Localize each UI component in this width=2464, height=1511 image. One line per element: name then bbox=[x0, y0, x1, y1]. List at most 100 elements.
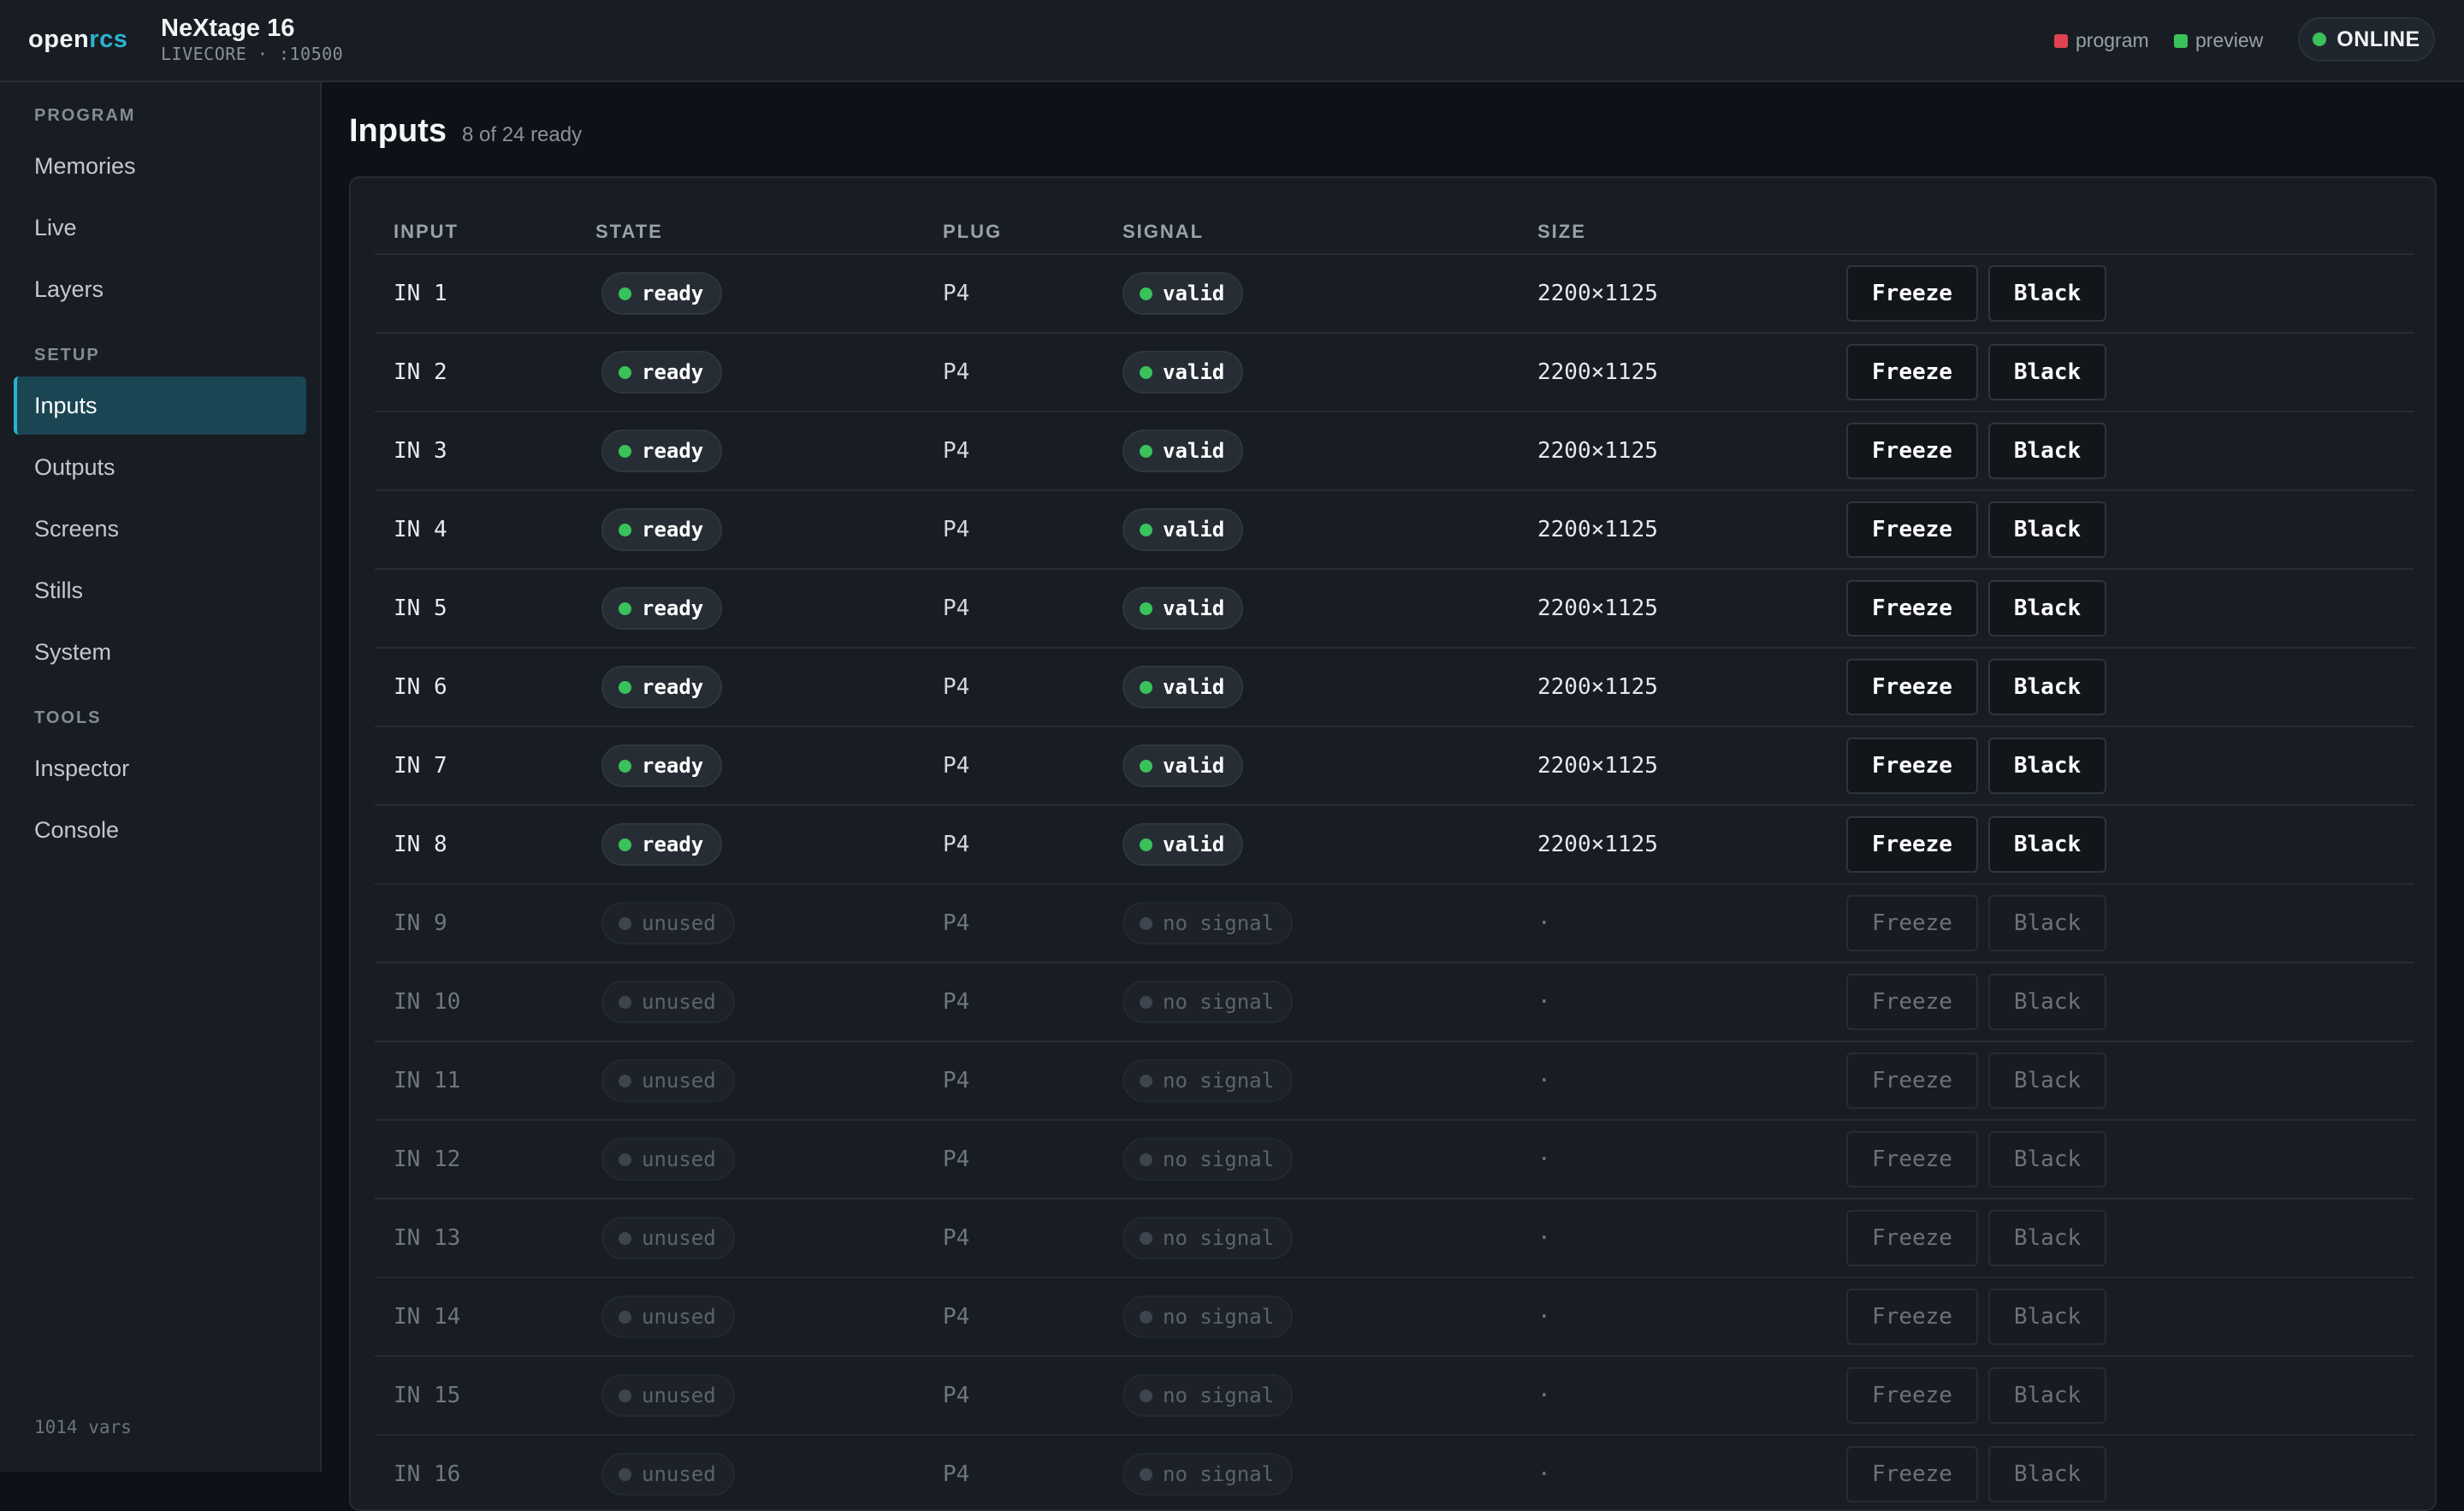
state-label: ready bbox=[642, 833, 704, 856]
state-badge: unused bbox=[601, 1453, 735, 1496]
black-button[interactable]: Black bbox=[1988, 895, 2106, 951]
black-button[interactable]: Black bbox=[1988, 1131, 2106, 1188]
signal-cell: no signal bbox=[1122, 1200, 1294, 1277]
state-cell: unused bbox=[601, 1278, 735, 1355]
black-button[interactable]: Black bbox=[1988, 423, 2106, 479]
freeze-button[interactable]: Freeze bbox=[1846, 1367, 1978, 1424]
sidebar-item-memories[interactable]: Memories bbox=[14, 137, 306, 195]
sidebar-item-console[interactable]: Console bbox=[14, 801, 306, 859]
row-actions: Freeze Black bbox=[1846, 1121, 2117, 1198]
sidebar-item-inspector[interactable]: Inspector bbox=[14, 739, 306, 797]
signal-cell: valid bbox=[1122, 491, 1244, 568]
signal-badge: no signal bbox=[1122, 1138, 1294, 1181]
black-button[interactable]: Black bbox=[1988, 1210, 2106, 1266]
table-row-6: IN 6 ready P4 valid 2200×1125 Freeze Bla… bbox=[375, 649, 2414, 727]
sidebar-item-inputs[interactable]: Inputs bbox=[14, 376, 306, 435]
top-bar: openrcs NeXtage 16 LIVECORE · :10500 pro… bbox=[0, 0, 2464, 82]
freeze-button[interactable]: Freeze bbox=[1846, 265, 1978, 322]
plug-value: P4 bbox=[943, 596, 970, 621]
row-actions: Freeze Black bbox=[1846, 412, 2117, 489]
input-name: IN 16 bbox=[394, 1461, 461, 1487]
size-value: 2200×1125 bbox=[1537, 359, 1658, 385]
freeze-button[interactable]: Freeze bbox=[1846, 501, 1978, 558]
state-label: ready bbox=[642, 596, 704, 620]
state-badge: unused bbox=[601, 902, 735, 945]
black-button[interactable]: Black bbox=[1988, 816, 2106, 873]
sidebar-item-stills[interactable]: Stills bbox=[14, 561, 306, 619]
black-button[interactable]: Black bbox=[1988, 738, 2106, 794]
plug-value: P4 bbox=[943, 1383, 970, 1408]
input-name: IN 15 bbox=[394, 1383, 461, 1408]
freeze-button[interactable]: Freeze bbox=[1846, 1131, 1978, 1188]
signal-badge: valid bbox=[1122, 587, 1244, 630]
black-button[interactable]: Black bbox=[1988, 501, 2106, 558]
sidebar-item-system[interactable]: System bbox=[14, 623, 306, 681]
signal-badge: valid bbox=[1122, 508, 1244, 551]
freeze-button[interactable]: Freeze bbox=[1846, 738, 1978, 794]
black-button[interactable]: Black bbox=[1988, 1289, 2106, 1345]
freeze-button[interactable]: Freeze bbox=[1846, 344, 1978, 400]
freeze-button[interactable]: Freeze bbox=[1846, 423, 1978, 479]
state-cell: ready bbox=[601, 649, 723, 726]
state-dot-icon bbox=[619, 523, 631, 536]
freeze-button[interactable]: Freeze bbox=[1846, 1446, 1978, 1502]
state-badge: unused bbox=[601, 981, 735, 1023]
input-name: IN 3 bbox=[394, 438, 447, 464]
sidebar-section-tools: TOOLS bbox=[34, 708, 102, 727]
state-cell: unused bbox=[601, 1436, 735, 1509]
row-actions: Freeze Black bbox=[1846, 255, 2117, 332]
state-dot-icon bbox=[619, 838, 631, 851]
row-actions: Freeze Black bbox=[1846, 491, 2117, 568]
black-button[interactable]: Black bbox=[1988, 974, 2106, 1030]
state-dot-icon bbox=[619, 759, 631, 773]
size-value: 2200×1125 bbox=[1537, 517, 1658, 542]
black-button[interactable]: Black bbox=[1988, 659, 2106, 715]
state-badge: unused bbox=[601, 1217, 735, 1259]
signal-label: valid bbox=[1163, 439, 1225, 463]
row-actions: Freeze Black bbox=[1846, 649, 2117, 726]
signal-label: no signal bbox=[1163, 1384, 1275, 1407]
signal-cell: valid bbox=[1122, 649, 1244, 726]
sidebar-section-program: PROGRAM bbox=[34, 106, 136, 125]
freeze-button[interactable]: Freeze bbox=[1846, 659, 1978, 715]
sidebar-item-screens[interactable]: Screens bbox=[14, 500, 306, 558]
signal-cell: no signal bbox=[1122, 1278, 1294, 1355]
state-cell: ready bbox=[601, 570, 723, 647]
brand-logo[interactable]: openrcs bbox=[28, 26, 127, 54]
state-dot-icon bbox=[619, 601, 631, 615]
black-button[interactable]: Black bbox=[1988, 1367, 2106, 1424]
signal-dot-icon bbox=[1140, 444, 1152, 458]
size-value: · bbox=[1537, 1383, 1551, 1408]
signal-label: valid bbox=[1163, 754, 1225, 778]
signal-badge: no signal bbox=[1122, 1295, 1294, 1338]
signal-dot-icon bbox=[1140, 916, 1152, 930]
sidebar-item-live[interactable]: Live bbox=[14, 199, 306, 257]
freeze-button[interactable]: Freeze bbox=[1846, 1289, 1978, 1345]
state-label: ready bbox=[642, 281, 704, 305]
state-dot-icon bbox=[619, 995, 631, 1009]
plug-value: P4 bbox=[943, 281, 970, 306]
black-button[interactable]: Black bbox=[1988, 265, 2106, 322]
table-row-9: IN 9 unused P4 no signal · Freeze Black bbox=[375, 885, 2414, 963]
sidebar-item-layers[interactable]: Layers bbox=[14, 260, 306, 318]
black-button[interactable]: Black bbox=[1988, 1052, 2106, 1109]
input-name: IN 10 bbox=[394, 989, 461, 1015]
black-button[interactable]: Black bbox=[1988, 344, 2106, 400]
plug-value: P4 bbox=[943, 359, 970, 385]
signal-dot-icon bbox=[1140, 1310, 1152, 1324]
plug-value: P4 bbox=[943, 674, 970, 700]
signal-dot-icon bbox=[1140, 1467, 1152, 1481]
black-button[interactable]: Black bbox=[1988, 580, 2106, 637]
freeze-button[interactable]: Freeze bbox=[1846, 580, 1978, 637]
sidebar-item-outputs[interactable]: Outputs bbox=[14, 438, 306, 496]
row-actions: Freeze Black bbox=[1846, 1278, 2117, 1355]
freeze-button[interactable]: Freeze bbox=[1846, 1052, 1978, 1109]
freeze-button[interactable]: Freeze bbox=[1846, 1210, 1978, 1266]
black-button[interactable]: Black bbox=[1988, 1446, 2106, 1502]
state-dot-icon bbox=[619, 1153, 631, 1166]
state-dot-icon bbox=[619, 1074, 631, 1087]
freeze-button[interactable]: Freeze bbox=[1846, 895, 1978, 951]
freeze-button[interactable]: Freeze bbox=[1846, 816, 1978, 873]
signal-dot-icon bbox=[1140, 1153, 1152, 1166]
freeze-button[interactable]: Freeze bbox=[1846, 974, 1978, 1030]
